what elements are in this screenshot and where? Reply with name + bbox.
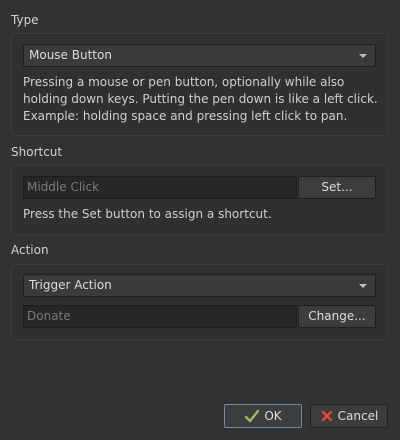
ok-check-icon <box>244 409 260 423</box>
ok-button[interactable]: OK <box>224 404 302 428</box>
cancel-button[interactable]: Cancel <box>310 404 388 428</box>
type-description: Pressing a mouse or pen button, optional… <box>23 75 378 123</box>
action-field[interactable]: Donate <box>23 305 297 328</box>
action-section-label: Action <box>11 243 49 257</box>
chevron-down-icon <box>359 284 367 288</box>
type-section-label: Type <box>11 13 39 27</box>
change-button[interactable]: Change... <box>298 305 376 328</box>
shortcut-section-label: Shortcut <box>11 145 63 159</box>
shortcut-hint: Press the Set button to assign a shortcu… <box>23 207 272 221</box>
type-combo[interactable]: Mouse Button <box>23 44 376 67</box>
cancel-x-icon <box>320 409 334 423</box>
shortcut-field[interactable]: Middle Click <box>23 176 297 199</box>
type-combo-value: Mouse Button <box>29 48 112 62</box>
cancel-label: Cancel <box>337 409 379 423</box>
set-button[interactable]: Set... <box>298 176 376 199</box>
chevron-down-icon <box>359 54 367 58</box>
action-combo-value: Trigger Action <box>29 278 112 292</box>
ok-label: OK <box>264 409 282 423</box>
action-combo[interactable]: Trigger Action <box>23 274 376 297</box>
